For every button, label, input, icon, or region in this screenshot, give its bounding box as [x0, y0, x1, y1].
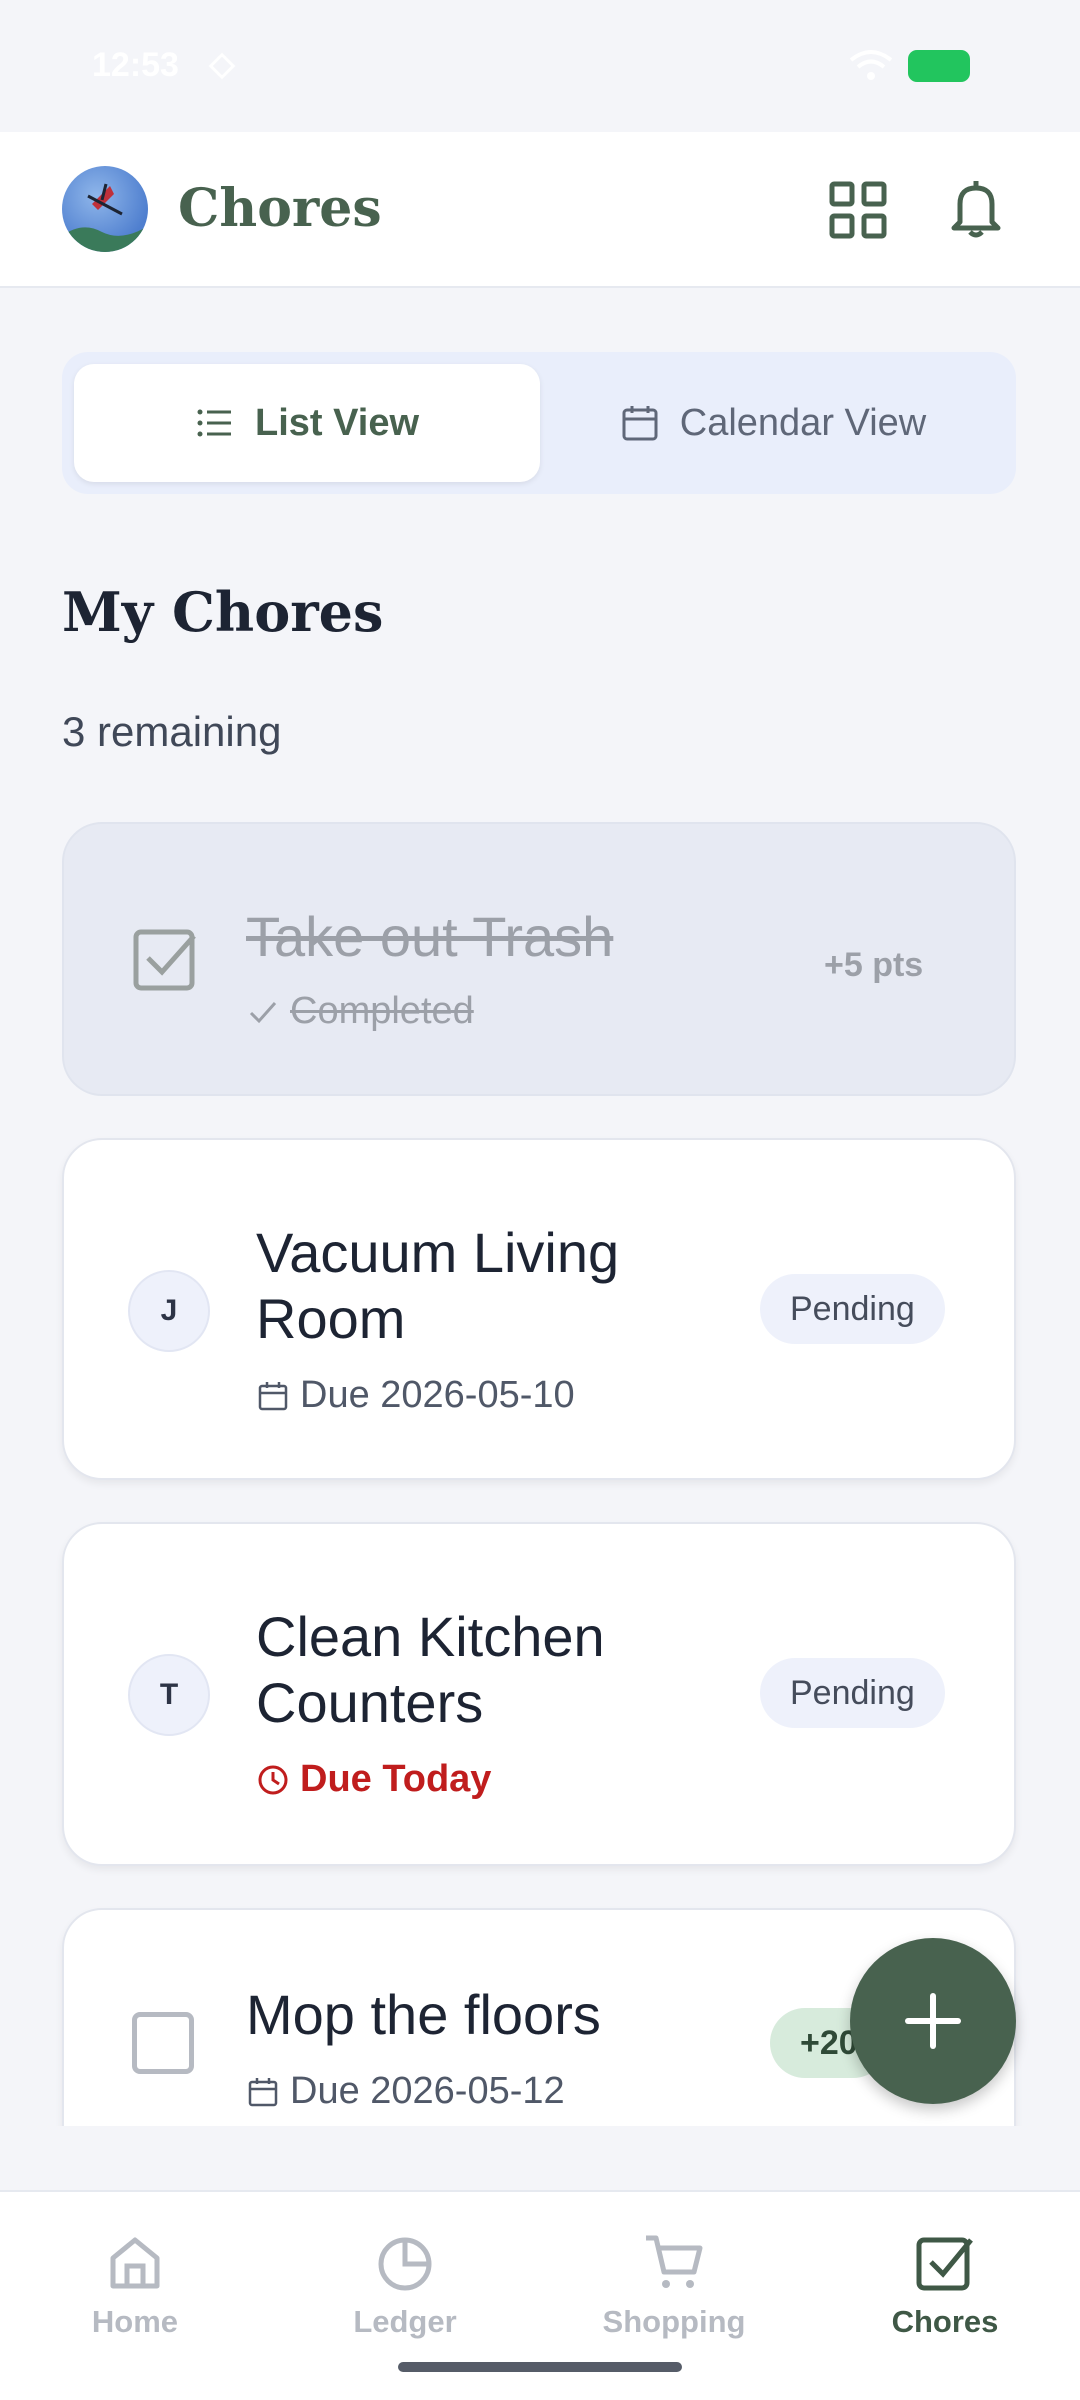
assignee-avatar: T [128, 1654, 210, 1736]
assignee-avatar: J [128, 1270, 210, 1352]
list-view-label: List View [254, 401, 420, 444]
calendar-view-tab[interactable]: Calendar View [540, 364, 1006, 482]
nav-item-home[interactable]: Home [35, 2230, 235, 2340]
calendar-icon [248, 2077, 278, 2106]
chore-title: Take out Trash [246, 905, 614, 968]
user-avatar[interactable] [62, 166, 148, 252]
chore-due-label: Due 2026-05-12 [290, 2070, 565, 2112]
chore-points: +5 pts [824, 946, 924, 984]
chore-due: Due Today [256, 1758, 491, 1801]
sync-icon [208, 52, 236, 80]
nav-label: Home [91, 2304, 179, 2339]
page-title: Chores [178, 178, 382, 239]
chore-card[interactable]: J Vacuum Living Room Due 2026-05-10 Pend… [62, 1138, 1016, 1480]
list-view-tab[interactable]: List View [74, 364, 540, 482]
checkbox-icon [916, 2237, 973, 2291]
add-chore-button[interactable] [850, 1938, 1016, 2104]
chore-title-line: Counters [256, 1671, 484, 1734]
calendar-view-label: Calendar View [679, 401, 927, 444]
section-title: My Chores [62, 580, 384, 644]
status-badge: Pending [760, 1274, 945, 1344]
cart-icon [646, 2235, 703, 2288]
chore-status-label: Completed [290, 990, 474, 1032]
chore-title-line: Clean Kitchen [256, 1605, 605, 1668]
chore-card[interactable]: T Clean Kitchen Counters Due Today Pendi… [62, 1522, 1016, 1866]
pie-chart-icon [378, 2237, 432, 2291]
nav-label: Shopping [602, 2304, 746, 2339]
nav-label: Ledger [353, 2304, 457, 2339]
app-header: Chores [0, 132, 1080, 288]
checkbox-icon[interactable] [132, 2012, 194, 2074]
home-indicator[interactable] [398, 2362, 682, 2372]
chore-due: Due 2026-05-10 [256, 1374, 575, 1417]
chore-title-line: Room [256, 1287, 406, 1350]
chore-due-label: Due 2026-05-10 [300, 1374, 575, 1416]
avatar-illustration [62, 183, 148, 252]
checked-checkbox-icon[interactable] [132, 926, 198, 992]
status-badge: Pending [760, 1658, 945, 1728]
chore-title-line: Vacuum Living [256, 1221, 620, 1284]
chore-due: Due 2026-05-12 [246, 2070, 565, 2113]
chore-title: Mop the floors [246, 1983, 601, 2046]
bell-icon[interactable] [944, 176, 1008, 240]
remaining-count: 3 remaining [62, 708, 282, 755]
nav-item-chores[interactable]: Chores [845, 2230, 1045, 2340]
calendar-icon [258, 1381, 288, 1410]
check-icon [249, 1001, 277, 1023]
home-icon [110, 2237, 160, 2289]
nav-item-ledger[interactable]: Ledger [305, 2230, 505, 2340]
view-toggle: List View Calendar View [62, 352, 1016, 494]
calendar-icon [622, 406, 658, 441]
nav-label: Chores [891, 2304, 999, 2339]
chore-due-label: Due Today [300, 1758, 492, 1800]
nav-item-shopping[interactable]: Shopping [574, 2230, 774, 2340]
status-bar: 12:53 [0, 0, 1080, 132]
chore-title: Vacuum Living Room [256, 1220, 619, 1352]
status-time: 12:53 [92, 46, 179, 84]
clock-icon [258, 1765, 288, 1794]
chore-title: Clean Kitchen Counters [256, 1604, 605, 1736]
wifi-icon [849, 50, 893, 80]
grid-icon[interactable] [826, 178, 890, 242]
list-icon [197, 409, 231, 437]
battery-icon [908, 50, 970, 82]
plus-icon [905, 1993, 961, 2049]
chore-card-completed[interactable]: Take out Trash Completed +5 pts [62, 822, 1016, 1096]
chore-status: Completed [246, 990, 474, 1033]
